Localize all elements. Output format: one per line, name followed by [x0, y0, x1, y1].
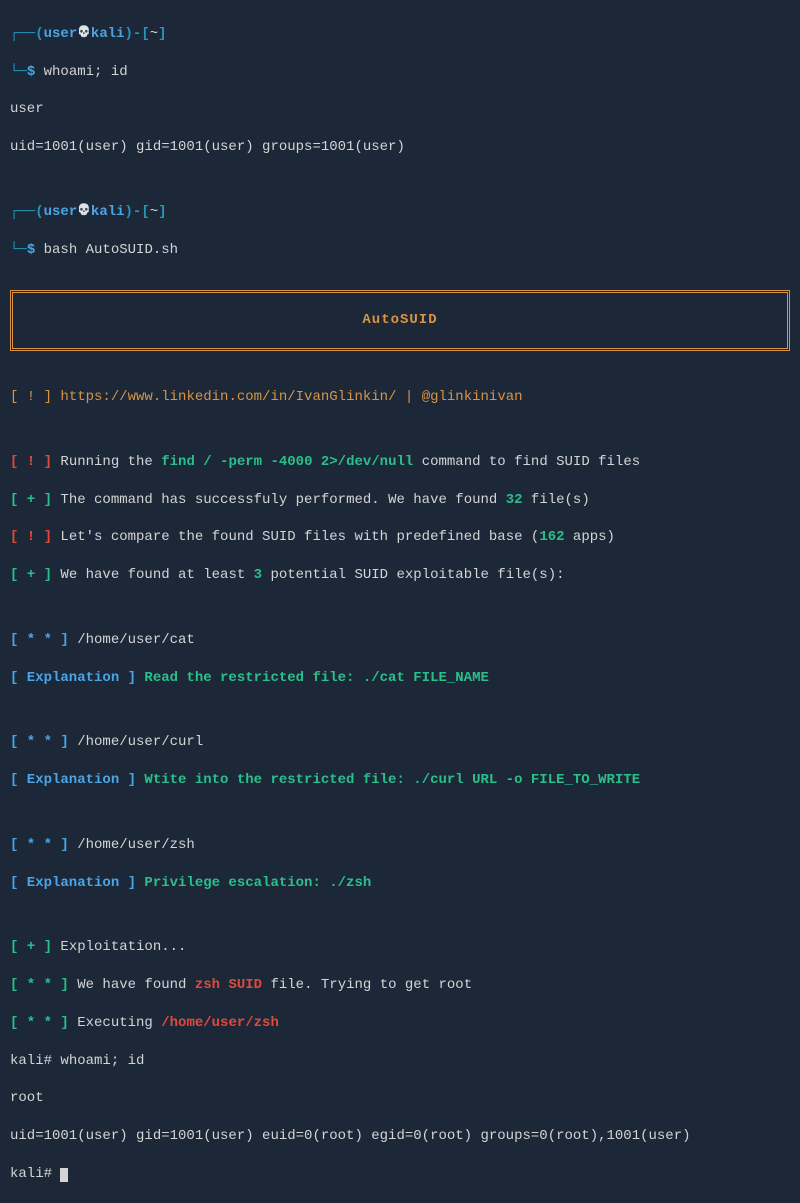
terminal-output[interactable]: [ ! ] https://www.linkedin.com/in/IvanGl…: [10, 369, 790, 1202]
terminal[interactable]: ┌──(user💀kali)-[~] └─$ whoami; id user u…: [10, 6, 790, 278]
executing-line: [ * * ] Executing /home/user/zsh: [10, 1014, 790, 1033]
explain-curl: [ Explanation ] Wtite into the restricte…: [10, 771, 790, 790]
file-cat: [ * * ] /home/user/cat: [10, 631, 790, 650]
output-user: user: [10, 100, 790, 119]
run-find-line: [ ! ] Running the find / -perm -4000 2>/…: [10, 453, 790, 472]
exploitation-line: [ + ] Exploitation...: [10, 938, 790, 957]
linkedin-url: https://www.linkedin.com/in/IvanGlinkin/: [60, 389, 396, 405]
file-zsh: [ * * ] /home/user/zsh: [10, 836, 790, 855]
root-prompt-2: kali#: [10, 1165, 790, 1184]
cmd-bash-autosuid: bash AutoSUID.sh: [44, 242, 178, 258]
root-prompt-1: kali# whoami; id: [10, 1052, 790, 1071]
prompt-line-4: └─$ bash AutoSUID.sh: [10, 241, 790, 260]
info-link-line: [ ! ] https://www.linkedin.com/in/IvanGl…: [10, 388, 790, 407]
explain-cat: [ Explanation ] Read the restricted file…: [10, 669, 790, 688]
prompt-line-1: ┌──(user💀kali)-[~]: [10, 25, 790, 44]
skull-icon: 💀: [77, 27, 91, 39]
skull-icon: 💀: [77, 205, 91, 217]
compare-line: [ ! ] Let's compare the found SUID files…: [10, 528, 790, 547]
found-zsh-line: [ * * ] We have found zsh SUID file. Try…: [10, 976, 790, 995]
cmd-whoami-2: whoami; id: [60, 1053, 144, 1069]
twitter-handle: @glinkinivan: [422, 389, 523, 405]
output-id-1: uid=1001(user) gid=1001(user) groups=100…: [10, 138, 790, 157]
cursor-icon: [60, 1168, 68, 1182]
output-id-2: uid=1001(user) gid=1001(user) euid=0(roo…: [10, 1127, 790, 1146]
output-root: root: [10, 1089, 790, 1108]
found-count-line: [ + ] The command has successfuly perfor…: [10, 491, 790, 510]
cmd-whoami-1: whoami; id: [44, 64, 128, 80]
prompt-line-2: └─$ whoami; id: [10, 63, 790, 82]
autosuid-banner: AutoSUID: [10, 290, 790, 351]
potential-line: [ + ] We have found at least 3 potential…: [10, 566, 790, 585]
explain-zsh: [ Explanation ] Privilege escalation: ./…: [10, 874, 790, 893]
prompt-line-3: ┌──(user💀kali)-[~]: [10, 203, 790, 222]
file-curl: [ * * ] /home/user/curl: [10, 733, 790, 752]
